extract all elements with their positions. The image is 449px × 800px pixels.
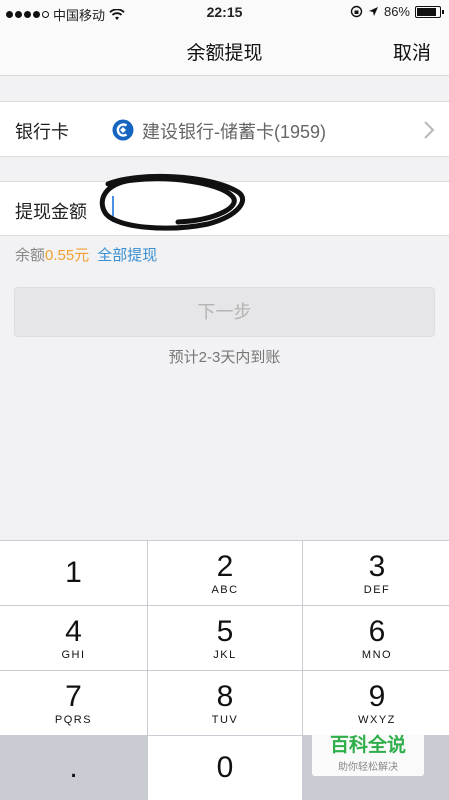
key-letters: PQRS <box>54 714 93 726</box>
key-digit: 8 <box>216 680 234 713</box>
status-right: 86% <box>350 4 444 19</box>
chevron-right-icon <box>424 121 435 139</box>
withdraw-all-link[interactable]: 全部提现 <box>97 244 157 265</box>
keypad-key-3[interactable]: 3 DEF <box>303 541 449 605</box>
key-digit: 5 <box>216 615 234 648</box>
key-digit: 3 <box>368 550 386 583</box>
key-letters: ABC <box>211 584 239 596</box>
key-letters: DEF <box>363 584 391 596</box>
keypad-key-2[interactable]: 2 ABC <box>148 541 302 605</box>
key-letters: WXYZ <box>358 714 396 726</box>
status-bar: 中国移动 22:15 86% <box>0 0 449 24</box>
keypad-key-7[interactable]: 7 PQRS <box>0 671 147 735</box>
battery-icon <box>415 5 444 18</box>
cancel-button[interactable]: 取消 <box>393 38 431 65</box>
rotation-lock-icon <box>350 5 363 18</box>
withdraw-amount-label: 提现金额 <box>15 202 87 222</box>
bank-card-label: 银行卡 <box>15 122 69 142</box>
key-digit: 9 <box>368 680 386 713</box>
bank-card-row[interactable]: 银行卡 建设银行-储蓄卡(1959) <box>0 101 449 157</box>
key-digit: 1 <box>65 556 82 589</box>
watermark-title: 百科全说 <box>329 735 406 756</box>
keypad-key-0[interactable]: 0 <box>148 736 302 800</box>
key-letters: GHI <box>61 649 86 661</box>
ccb-bank-icon <box>112 119 134 141</box>
keypad-key-4[interactable]: 4 GHI <box>0 606 147 670</box>
nav-bar: 余额提现 取消 <box>0 24 449 76</box>
balance-line: 余额 0.55元 全部提现 <box>15 244 157 265</box>
keypad-key-5[interactable]: 5 JKL <box>148 606 302 670</box>
location-icon <box>368 7 378 16</box>
key-digit: . <box>69 751 78 784</box>
battery-percentage: 86% <box>383 4 410 19</box>
key-digit: 7 <box>65 680 82 713</box>
key-letters: MNO <box>361 649 393 661</box>
keypad-key-decimal[interactable]: . <box>0 736 147 800</box>
page-title: 余额提现 <box>186 43 263 64</box>
baike-watermark-logo: 百科全说 助你轻松解决 <box>312 726 424 776</box>
next-step-button[interactable]: 下一步 <box>14 287 435 337</box>
keypad-key-6[interactable]: 6 MNO <box>303 606 449 670</box>
keypad-key-8[interactable]: 8 TUV <box>148 671 302 735</box>
key-letters: JKL <box>213 649 237 661</box>
watermark-subtitle: 助你轻松解决 <box>338 762 398 773</box>
key-letters: TUV <box>211 714 239 726</box>
arrival-estimate: 预计2-3天内到账 <box>168 349 281 366</box>
balance-amount: 0.55元 <box>45 247 90 264</box>
keypad-key-1[interactable]: 1 <box>0 541 147 605</box>
balance-prefix: 余额 <box>15 247 46 264</box>
redaction-scribble <box>99 173 246 231</box>
key-digit: 2 <box>216 550 234 583</box>
bank-card-name: 建设银行-储蓄卡(1959) <box>142 122 327 142</box>
key-digit: 6 <box>368 615 386 648</box>
key-digit: 0 <box>216 751 234 784</box>
key-digit: 4 <box>65 615 82 648</box>
